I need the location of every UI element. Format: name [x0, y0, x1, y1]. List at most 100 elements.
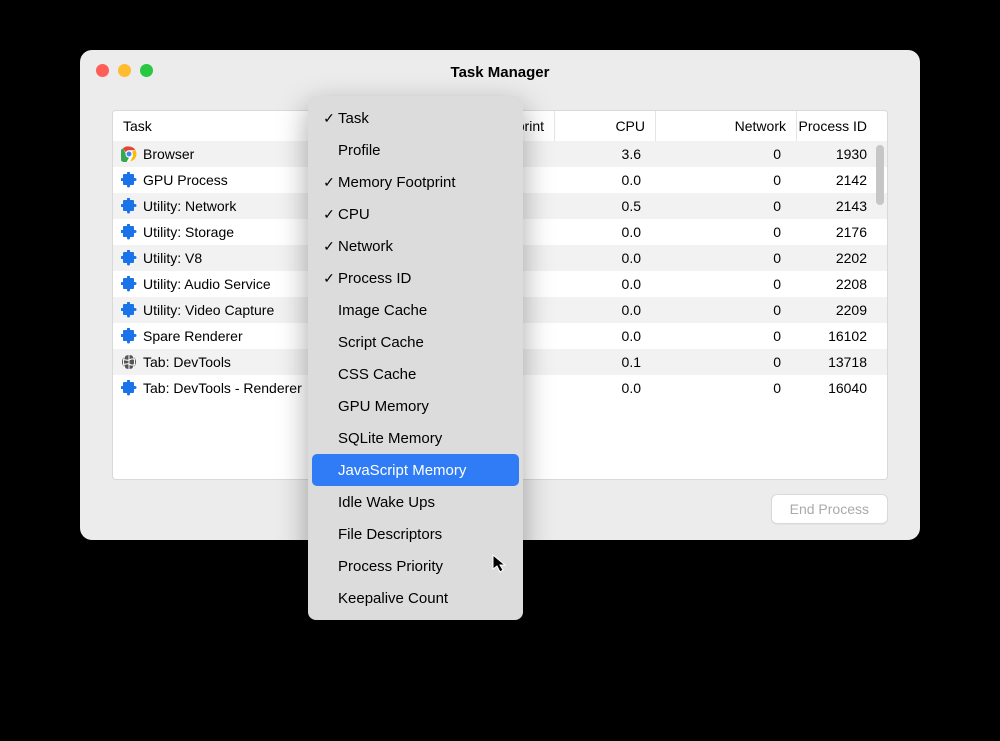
task-name: Utility: Audio Service: [143, 276, 271, 292]
menu-item-label: Process Priority: [338, 558, 443, 575]
checkmark-icon: ✓: [320, 110, 338, 127]
menu-item-label: Memory Footprint: [338, 174, 456, 191]
cell-pid: 2209: [791, 302, 887, 318]
globe-icon: [121, 354, 137, 370]
cell-task: Utility: V8: [113, 250, 341, 266]
col-pid[interactable]: Process ID: [797, 111, 887, 141]
cell-task: Spare Renderer: [113, 328, 341, 344]
col-network[interactable]: Network: [656, 111, 797, 141]
menu-item-memory-footprint[interactable]: ✓Memory Footprint: [312, 166, 519, 198]
zoom-icon[interactable]: [140, 64, 153, 77]
menu-item-label: Idle Wake Ups: [338, 494, 435, 511]
menu-item-css-cache[interactable]: CSS Cache: [312, 358, 519, 390]
cell-pid: 16102: [791, 328, 887, 344]
menu-item-label: File Descriptors: [338, 526, 442, 543]
cell-task: Utility: Video Capture: [113, 302, 341, 318]
col-pid-label: Process ID: [799, 118, 867, 134]
menu-item-javascript-memory[interactable]: JavaScript Memory: [312, 454, 519, 486]
cell-pid: 2176: [791, 224, 887, 240]
cell-network: 0: [651, 302, 791, 318]
col-cpu-label: CPU: [615, 118, 645, 134]
titlebar: Task Manager: [80, 50, 920, 94]
col-task-label: Task: [123, 118, 152, 134]
menu-item-process-priority[interactable]: Process Priority: [312, 550, 519, 582]
traffic-lights: [96, 64, 153, 77]
cell-task: Utility: Storage: [113, 224, 341, 240]
menu-item-label: Profile: [338, 142, 381, 159]
menu-item-keepalive-count[interactable]: Keepalive Count: [312, 582, 519, 614]
cell-task: Browser: [113, 146, 341, 162]
task-name: Browser: [143, 146, 194, 162]
checkmark-icon: ✓: [320, 206, 338, 223]
task-name: Utility: V8: [143, 250, 202, 266]
menu-item-sqlite-memory[interactable]: SQLite Memory: [312, 422, 519, 454]
cell-pid: 1930: [791, 146, 887, 162]
cell-cpu: 0.0: [551, 250, 651, 266]
task-name: Utility: Storage: [143, 224, 234, 240]
cell-network: 0: [651, 328, 791, 344]
cell-network: 0: [651, 172, 791, 188]
checkmark-icon: ✓: [320, 174, 338, 191]
menu-item-script-cache[interactable]: Script Cache: [312, 326, 519, 358]
task-name: Utility: Network: [143, 198, 236, 214]
menu-item-label: Keepalive Count: [338, 590, 448, 607]
window-title: Task Manager: [80, 64, 920, 81]
extension-icon: [121, 328, 137, 344]
menu-item-file-descriptors[interactable]: File Descriptors: [312, 518, 519, 550]
menu-item-profile[interactable]: Profile: [312, 134, 519, 166]
menu-item-label: CSS Cache: [338, 366, 416, 383]
checkmark-icon: ✓: [320, 238, 338, 255]
cell-task: Tab: DevTools - Renderer: [113, 380, 341, 396]
cell-network: 0: [651, 198, 791, 214]
menu-item-network[interactable]: ✓Network: [312, 230, 519, 262]
menu-item-cpu[interactable]: ✓CPU: [312, 198, 519, 230]
task-name: GPU Process: [143, 172, 228, 188]
menu-item-process-id[interactable]: ✓Process ID: [312, 262, 519, 294]
menu-item-label: Image Cache: [338, 302, 427, 319]
cell-task: Utility: Audio Service: [113, 276, 341, 292]
cell-pid: 2202: [791, 250, 887, 266]
cell-pid: 13718: [791, 354, 887, 370]
cell-task: Utility: Network: [113, 198, 341, 214]
menu-item-label: CPU: [338, 206, 370, 223]
menu-item-label: Network: [338, 238, 393, 255]
checkmark-icon: ✓: [320, 270, 338, 287]
chrome-icon: [121, 146, 137, 162]
cell-network: 0: [651, 146, 791, 162]
col-network-label: Network: [735, 118, 786, 134]
extension-icon: [121, 198, 137, 214]
cell-pid: 2143: [791, 198, 887, 214]
menu-item-image-cache[interactable]: Image Cache: [312, 294, 519, 326]
close-icon[interactable]: [96, 64, 109, 77]
extension-icon: [121, 172, 137, 188]
col-cpu[interactable]: CPU: [555, 111, 656, 141]
menu-item-label: JavaScript Memory: [338, 462, 466, 479]
cell-pid: 2208: [791, 276, 887, 292]
end-process-button[interactable]: End Process: [771, 494, 888, 524]
footer: End Process: [771, 494, 888, 524]
menu-item-gpu-memory[interactable]: GPU Memory: [312, 390, 519, 422]
task-name: Tab: DevTools: [143, 354, 231, 370]
menu-item-task[interactable]: ✓Task: [312, 102, 519, 134]
task-name: Spare Renderer: [143, 328, 243, 344]
cell-network: 0: [651, 224, 791, 240]
cell-network: 0: [651, 380, 791, 396]
cell-pid: 2142: [791, 172, 887, 188]
cell-task: GPU Process: [113, 172, 341, 188]
cell-cpu: 3.6: [551, 146, 651, 162]
cell-pid: 16040: [791, 380, 887, 396]
minimize-icon[interactable]: [118, 64, 131, 77]
task-name: Tab: DevTools - Renderer: [143, 380, 302, 396]
cell-cpu: 0.0: [551, 224, 651, 240]
cell-cpu: 0.0: [551, 276, 651, 292]
cell-cpu: 0.5: [551, 198, 651, 214]
menu-item-label: Script Cache: [338, 334, 424, 351]
cell-network: 0: [651, 250, 791, 266]
menu-item-idle-wake-ups[interactable]: Idle Wake Ups: [312, 486, 519, 518]
cell-task: Tab: DevTools: [113, 354, 341, 370]
extension-icon: [121, 224, 137, 240]
extension-icon: [121, 276, 137, 292]
scrollbar-thumb[interactable]: [876, 145, 884, 205]
cell-cpu: 0.0: [551, 172, 651, 188]
cell-network: 0: [651, 354, 791, 370]
